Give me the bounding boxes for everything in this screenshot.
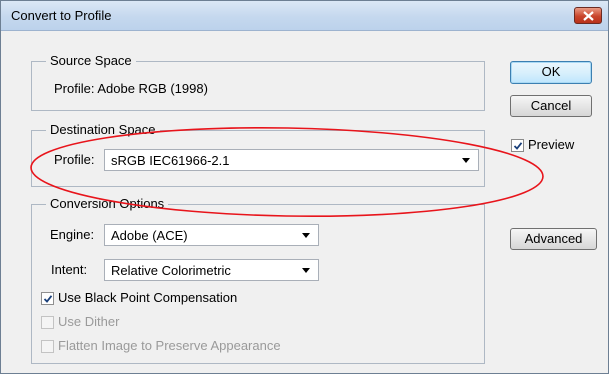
intent-label: Intent: xyxy=(51,262,88,277)
advanced-button[interactable]: Advanced xyxy=(510,228,597,250)
destination-profile-value: sRGB IEC61966-2.1 xyxy=(111,153,230,168)
chevron-down-icon xyxy=(462,158,470,163)
preview-label[interactable]: Preview xyxy=(528,137,574,153)
black-point-label[interactable]: Use Black Point Compensation xyxy=(58,290,237,306)
destination-space-group: Destination Space Profile: sRGB IEC61966… xyxy=(31,122,485,187)
convert-to-profile-dialog: Convert to Profile Source Space Profile:… xyxy=(0,0,609,374)
window-title: Convert to Profile xyxy=(11,8,112,23)
checkmark-icon xyxy=(43,295,53,303)
destination-profile-dropdown[interactable]: sRGB IEC61966-2.1 xyxy=(104,149,479,171)
flatten-checkbox[interactable] xyxy=(41,340,54,353)
intent-dropdown[interactable]: Relative Colorimetric xyxy=(104,259,319,281)
title-bar[interactable]: Convert to Profile xyxy=(1,1,608,31)
conversion-options-group: Conversion Options Engine: Adobe (ACE) I… xyxy=(31,196,485,364)
close-icon xyxy=(583,11,594,21)
black-point-checkbox[interactable] xyxy=(41,292,54,305)
chevron-down-icon xyxy=(302,233,310,238)
engine-label: Engine: xyxy=(50,227,95,242)
close-button[interactable] xyxy=(574,7,602,24)
engine-dropdown[interactable]: Adobe (ACE) xyxy=(104,224,319,246)
cancel-button[interactable]: Cancel xyxy=(510,95,592,117)
dither-label[interactable]: Use Dither xyxy=(58,314,119,330)
conversion-options-legend: Conversion Options xyxy=(46,196,169,212)
flatten-label[interactable]: Flatten Image to Preserve Appearance xyxy=(58,338,281,354)
destination-space-legend: Destination Space xyxy=(46,122,160,138)
dither-checkbox[interactable] xyxy=(41,316,54,329)
preview-checkbox[interactable] xyxy=(511,139,524,152)
checkmark-icon xyxy=(513,142,523,150)
ok-button[interactable]: OK xyxy=(510,61,592,84)
source-space-legend: Source Space xyxy=(46,53,136,69)
source-profile-text: Profile: Adobe RGB (1998) xyxy=(54,81,208,96)
destination-profile-label: Profile: xyxy=(54,152,95,167)
intent-value: Relative Colorimetric xyxy=(111,263,231,278)
source-space-group: Source Space Profile: Adobe RGB (1998) xyxy=(31,53,485,111)
chevron-down-icon xyxy=(302,268,310,273)
engine-value: Adobe (ACE) xyxy=(111,228,188,243)
